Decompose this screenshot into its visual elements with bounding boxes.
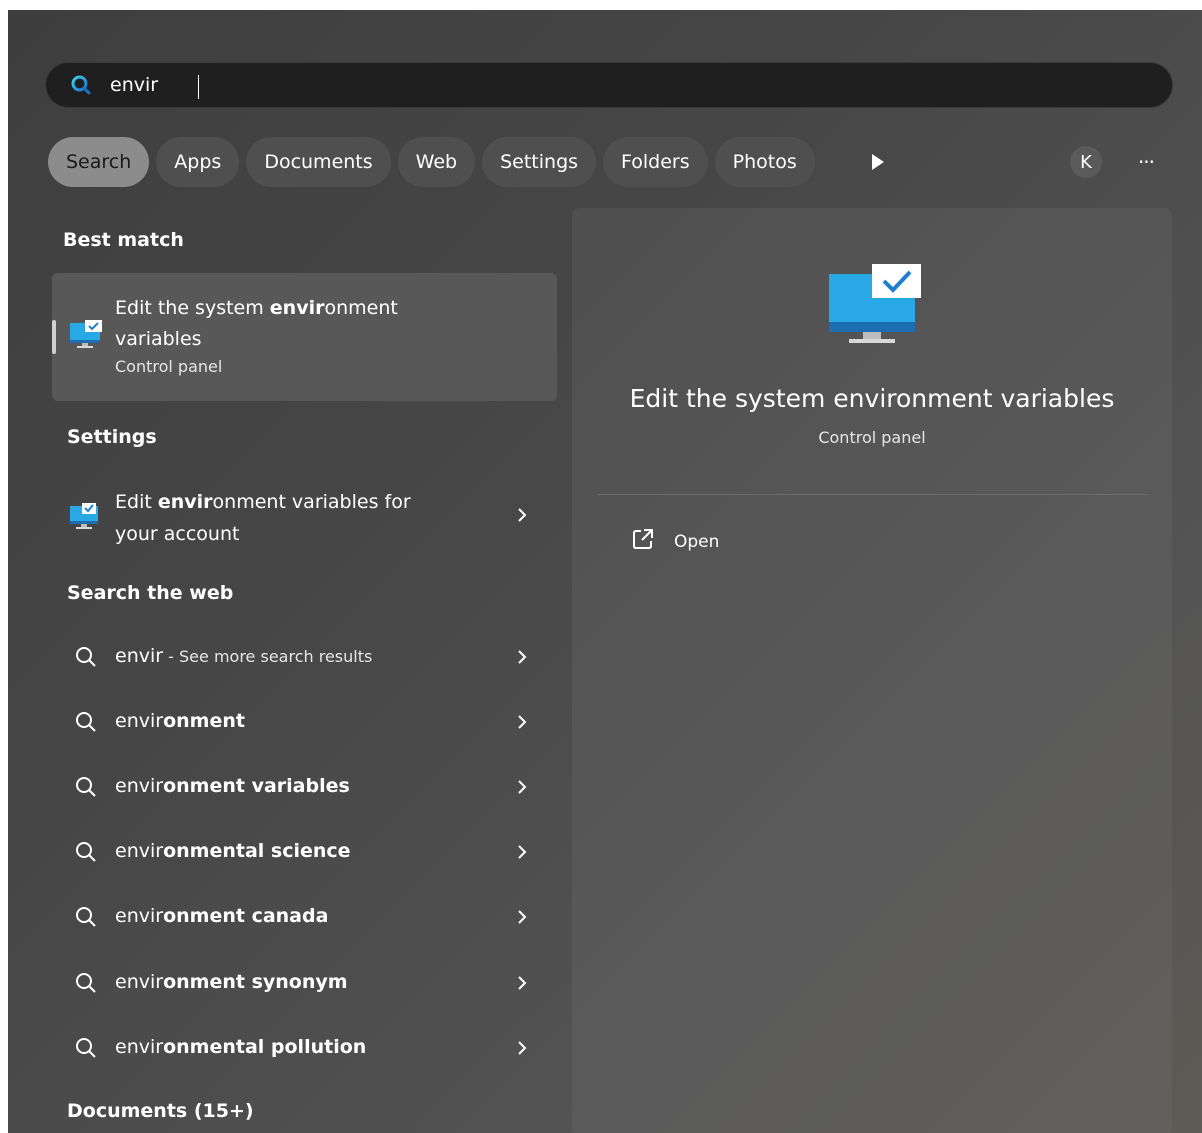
- chevron-right-icon: [514, 649, 530, 665]
- search-icon: [74, 1036, 98, 1060]
- monitor-check-icon: [68, 319, 104, 355]
- chevron-right-icon: [514, 975, 530, 991]
- web-result[interactable]: environmental science: [52, 833, 557, 873]
- settings-result-label: Edit environment variables for your acco…: [115, 491, 411, 545]
- search-icon: [74, 971, 98, 995]
- tab-folders[interactable]: Folders: [603, 137, 708, 187]
- chevron-right-icon: [514, 909, 530, 925]
- open-action[interactable]: Open: [612, 528, 719, 555]
- detail-subtitle: Control panel: [818, 428, 926, 447]
- open-external-icon: [632, 528, 654, 555]
- best-match-title: Edit the system environment variables: [115, 297, 398, 350]
- chevron-right-icon: [514, 844, 530, 860]
- best-match-heading: Best match: [63, 229, 184, 251]
- web-result[interactable]: environment: [52, 703, 557, 743]
- monitor-check-icon: [68, 500, 104, 536]
- web-result-label: environment synonym: [115, 971, 348, 993]
- search-icon: [74, 905, 98, 929]
- search-web-heading: Search the web: [67, 582, 234, 604]
- settings-result[interactable]: Edit environment variables for your acco…: [52, 482, 557, 552]
- best-match-result[interactable]: Edit the system environment variables Co…: [52, 273, 557, 401]
- more-options-button[interactable]: ···: [1130, 146, 1162, 178]
- chevron-right-icon: [514, 779, 530, 795]
- settings-heading: Settings: [67, 426, 157, 448]
- web-result[interactable]: environment canada: [52, 898, 557, 938]
- best-match-subtitle: Control panel: [115, 357, 223, 376]
- tab-photos[interactable]: Photos: [714, 137, 815, 187]
- web-result[interactable]: environmental pollution: [52, 1029, 557, 1069]
- open-label: Open: [674, 531, 720, 552]
- detail-title: Edit the system environment variables: [629, 384, 1115, 413]
- web-result-label: environment variables: [115, 775, 350, 797]
- web-result-label: environment canada: [115, 905, 329, 927]
- search-icon: [74, 775, 98, 799]
- chevron-right-icon: [514, 1040, 530, 1056]
- results-list: Best match Edit the system environment v…: [8, 10, 568, 1133]
- web-result[interactable]: environment variables: [52, 768, 557, 808]
- search-window: Search Apps Documents Web Settings Folde…: [8, 10, 1202, 1133]
- monitor-check-icon: [827, 264, 923, 350]
- divider: [598, 494, 1148, 495]
- documents-heading: Documents (15+): [67, 1100, 254, 1122]
- avatar[interactable]: K: [1070, 146, 1102, 178]
- web-result-label: environment: [115, 710, 245, 732]
- chevron-right-icon: [514, 507, 530, 523]
- chevron-right-icon: [514, 714, 530, 730]
- web-result-label: envir - See more search results: [115, 645, 373, 667]
- web-result[interactable]: environment synonym: [52, 964, 557, 1004]
- play-icon[interactable]: [866, 150, 890, 174]
- search-icon: [74, 645, 98, 669]
- search-icon: [74, 710, 98, 734]
- search-icon: [74, 840, 98, 864]
- web-result-label: environmental pollution: [115, 1036, 367, 1058]
- web-result-see-more[interactable]: envir - See more search results: [52, 638, 557, 678]
- web-result-label: environmental science: [115, 840, 351, 862]
- selection-indicator: [52, 320, 56, 354]
- detail-panel: Edit the system environment variables Co…: [572, 208, 1172, 1133]
